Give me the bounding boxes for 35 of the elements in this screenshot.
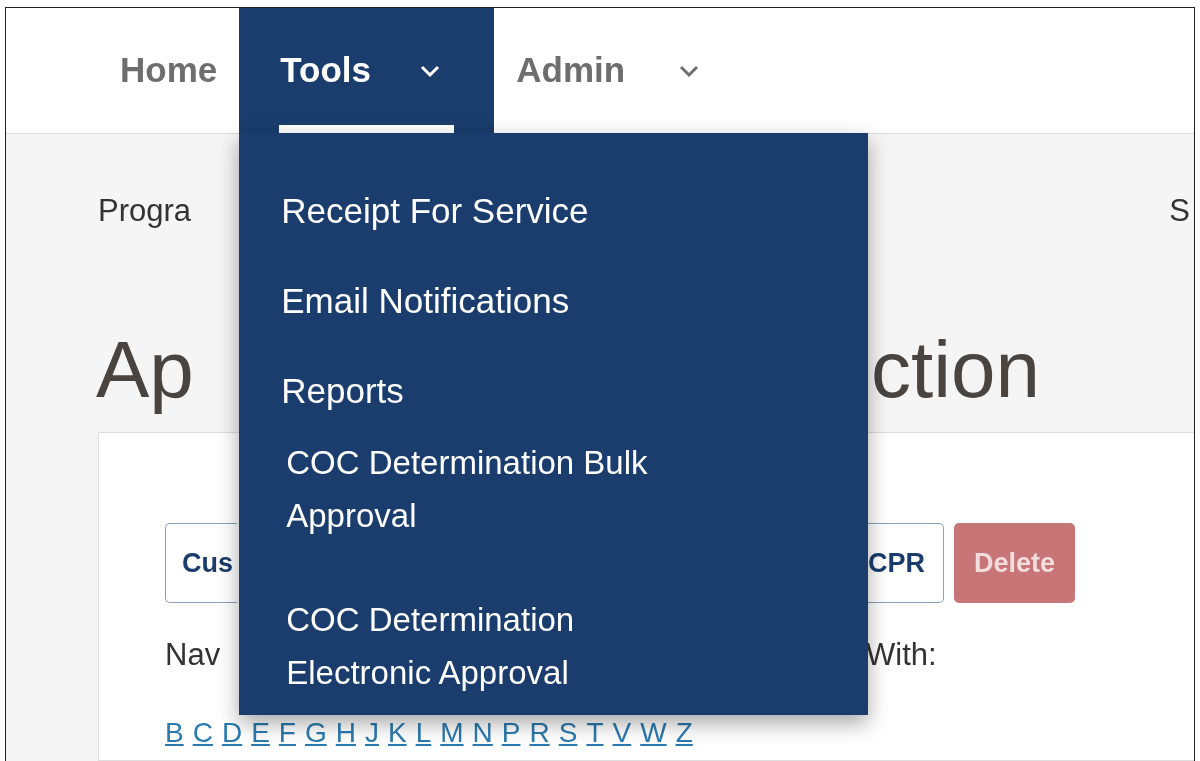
letter-link[interactable]: N: [472, 717, 493, 749]
breadcrumb-text: Progra: [97, 193, 193, 229]
letter-link[interactable]: M: [440, 717, 464, 749]
letter-link[interactable]: H: [335, 717, 356, 749]
letter-link[interactable]: D: [221, 717, 243, 749]
letter-link[interactable]: C: [192, 717, 213, 749]
navigate-label: With:: [866, 637, 937, 673]
letter-link[interactable]: S: [558, 717, 578, 749]
menu-item[interactable]: Receipt For Service: [281, 191, 589, 231]
letter-link[interactable]: L: [415, 717, 432, 749]
letter-link[interactable]: R: [529, 717, 550, 749]
nav-tab[interactable]: Admin: [494, 8, 723, 133]
letter-link[interactable]: G: [304, 717, 327, 749]
letter-link[interactable]: T: [586, 717, 604, 749]
letter-link[interactable]: Z: [675, 717, 693, 749]
letter-link[interactable]: K: [387, 717, 407, 749]
letter-link[interactable]: B: [165, 717, 184, 749]
page-title: ction: [870, 325, 1041, 415]
letter-link[interactable]: F: [278, 717, 296, 749]
top-right-text: S: [1169, 193, 1191, 229]
submenu-item[interactable]: COC Determination Electronic Approval: [286, 593, 727, 699]
page-title: Ap: [95, 325, 195, 415]
letter-link[interactable]: V: [612, 717, 632, 749]
letter-link[interactable]: P: [501, 717, 521, 749]
outline-button[interactable]: CPR: [866, 523, 944, 603]
letter-link[interactable]: J: [364, 717, 379, 749]
menu-item[interactable]: Reports: [281, 371, 404, 411]
nav-tab[interactable]: Tools: [239, 8, 495, 133]
letter-link[interactable]: E: [251, 717, 270, 749]
navigate-label: Nav: [165, 637, 221, 673]
outline-button[interactable]: Cus: [165, 523, 237, 603]
letter-link[interactable]: W: [640, 717, 667, 749]
submenu-item[interactable]: COC Determination Bulk Approval: [286, 436, 727, 542]
nav-tab[interactable]: Home: [98, 8, 240, 133]
menu-item[interactable]: Email Notifications: [281, 281, 570, 321]
